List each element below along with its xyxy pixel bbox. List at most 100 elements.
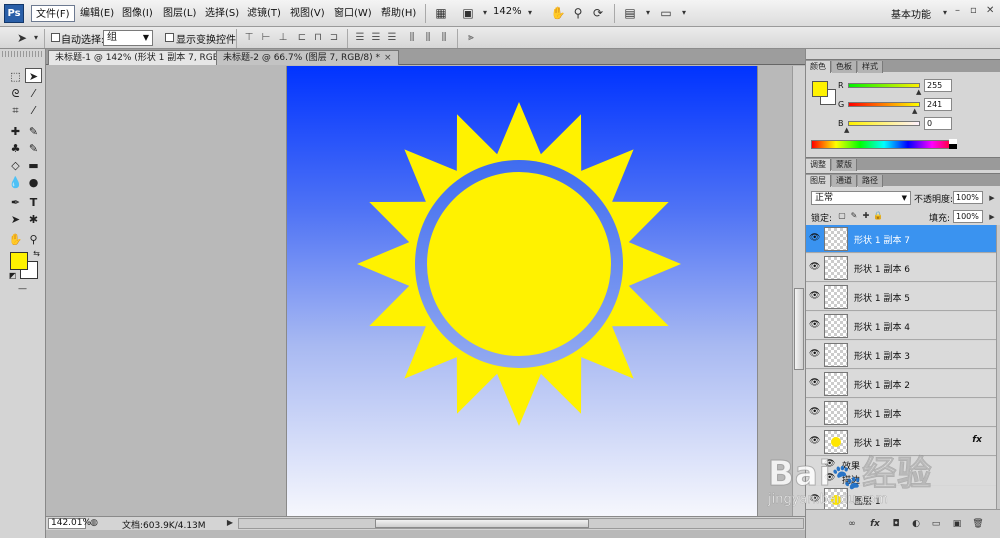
layer-row[interactable]: 👁 形状 1 副本 2 — [806, 370, 996, 398]
workspace-switcher[interactable]: 基本功能 — [891, 6, 931, 21]
menu-select[interactable]: 选择(S) — [201, 5, 243, 22]
eye-icon[interactable]: 👁 — [824, 473, 835, 484]
extras-icon[interactable]: ▣ — [460, 5, 476, 21]
tab-masks[interactable]: 蒙版 — [832, 159, 857, 171]
align-right-icon[interactable]: ⊐ — [328, 32, 340, 44]
eye-icon[interactable]: 👁 — [809, 407, 820, 418]
custom-shape-icon[interactable]: ✱ — [25, 212, 42, 227]
menu-window[interactable]: 窗口(W) — [330, 5, 376, 22]
stroke-effect-row[interactable]: 👁 描边 — [806, 471, 996, 486]
menu-layer[interactable]: 图层(L) — [159, 5, 200, 22]
auto-align-layers-icon[interactable]: ⫸ — [465, 32, 477, 44]
default-colors-icon[interactable]: ◩ — [4, 268, 21, 283]
eye-icon[interactable]: 👁 — [809, 233, 820, 244]
eye-icon[interactable]: 👁 — [809, 291, 820, 302]
marquee-tool-icon[interactable]: ⬚ — [7, 69, 24, 84]
zoom-dropdown-icon[interactable]: ▾ — [522, 5, 538, 21]
eye-icon[interactable]: 👁 — [809, 436, 820, 447]
eraser-tool-icon[interactable]: ◇ — [7, 158, 24, 173]
distribute-left-icon[interactable]: ⫼ — [406, 32, 418, 44]
brush-tool-icon[interactable]: ✎ — [25, 124, 42, 139]
status-menu-arrow-icon[interactable]: ▶ — [222, 515, 238, 531]
zoom-tool-icon[interactable]: ⚲ — [25, 232, 42, 247]
quick-select-tool-icon[interactable]: ⁄ — [25, 86, 42, 101]
eye-icon[interactable]: 👁 — [824, 459, 835, 470]
type-tool-icon[interactable]: T — [25, 195, 42, 210]
eye-icon[interactable]: 👁 — [809, 349, 820, 360]
zoom-tool-icon[interactable]: ⚲ — [570, 5, 586, 21]
effects-row[interactable]: 👁 效果 — [806, 457, 996, 472]
delete-layer-icon[interactable]: 🗑 — [972, 518, 984, 530]
clone-stamp-icon[interactable]: ♣ — [7, 141, 24, 156]
toolbox-grip[interactable] — [2, 51, 44, 57]
vertical-scroll-thumb[interactable] — [794, 288, 804, 370]
document-canvas[interactable] — [286, 66, 758, 516]
minimize-icon[interactable]: – — [955, 5, 960, 16]
quick-mask-icon[interactable]: — — [14, 282, 31, 297]
layer-fx-icon[interactable]: fx — [972, 435, 982, 445]
green-value-field[interactable]: 241 — [924, 98, 952, 111]
auto-select-checkbox[interactable] — [51, 33, 60, 42]
tab-document-2[interactable]: 未标题-2 @ 66.7% (图层 7, RGB/8) * × — [216, 50, 399, 65]
hand-tool-icon[interactable]: ✋ — [7, 232, 24, 247]
opacity-field[interactable]: 100% — [953, 191, 983, 204]
auto-select-dropdown[interactable]: 组 ▼ — [103, 30, 153, 46]
workspace-dropdown-icon[interactable]: ▾ — [937, 5, 953, 21]
layer-row[interactable]: 👁 形状 1 副本 5 — [806, 283, 996, 311]
vertical-scrollbar[interactable] — [792, 66, 805, 516]
tab-channels[interactable]: 通道 — [832, 175, 857, 187]
fill-arrow-icon[interactable]: ▶ — [984, 209, 1000, 225]
tab-styles[interactable]: 样式 — [858, 61, 883, 73]
align-hcenter-icon[interactable]: ⊓ — [312, 32, 324, 44]
dodge-tool-icon[interactable]: ● — [25, 175, 42, 190]
rotate-view-icon[interactable]: ⟳ — [590, 5, 606, 21]
crop-tool-icon[interactable]: ⌗ — [7, 103, 24, 118]
distribute-top-icon[interactable]: ☰ — [354, 32, 366, 44]
layer-row[interactable]: 👁 形状 1 副本 3 — [806, 341, 996, 369]
lasso-tool-icon[interactable]: ᘓ — [7, 86, 24, 101]
distribute-right-icon[interactable]: ⫼ — [438, 32, 450, 44]
align-left-icon[interactable]: ⊏ — [296, 32, 308, 44]
zoom-field[interactable]: 142.01% — [48, 518, 91, 529]
align-vcenter-icon[interactable]: ⊢ — [260, 32, 272, 44]
menu-view[interactable]: 视图(V) — [286, 5, 329, 22]
screen-mode-dropdown-icon[interactable]: ▾ — [676, 5, 692, 21]
green-channel-slider[interactable] — [848, 102, 920, 107]
lock-pixels-icon[interactable]: ✎ — [849, 211, 859, 221]
layer-row[interactable]: 👁 形状 1 副本 6 — [806, 254, 996, 282]
tab-color[interactable]: 颜色 — [806, 61, 831, 73]
move-tool-icon[interactable]: ➤ — [25, 68, 42, 83]
menu-edit[interactable]: 编辑(E) — [76, 5, 118, 22]
distribute-vcenter-icon[interactable]: ☰ — [370, 32, 382, 44]
layer-row[interactable]: 👁 形状 1 副本 — [806, 399, 996, 427]
horizontal-scroll-thumb[interactable] — [375, 519, 589, 528]
gradient-tool-icon[interactable]: ▬ — [25, 158, 42, 173]
tab-swatches[interactable]: 色板 — [832, 61, 857, 73]
pen-tool-icon[interactable]: ✒ — [7, 195, 24, 210]
color-spectrum-ramp[interactable] — [811, 140, 957, 149]
horizontal-scrollbar[interactable] — [238, 518, 804, 529]
screen-mode-icon[interactable]: ▭ — [658, 5, 674, 21]
color-panel-fg-swatch[interactable] — [812, 81, 828, 97]
eye-icon[interactable]: 👁 — [809, 378, 820, 389]
healing-brush-icon[interactable]: ✚ — [7, 124, 24, 139]
restore-icon[interactable]: ▫ — [970, 5, 977, 16]
link-layers-icon[interactable]: ∞ — [846, 518, 858, 530]
layers-scrollbar[interactable] — [996, 225, 1000, 509]
align-top-icon[interactable]: ⊤ — [243, 32, 255, 44]
fill-field[interactable]: 100% — [953, 210, 983, 223]
menu-filter[interactable]: 滤镜(T) — [243, 5, 285, 22]
black-white-ramp[interactable] — [949, 139, 957, 149]
arrange-documents-icon[interactable]: ▤ — [622, 5, 638, 21]
blue-channel-slider[interactable] — [848, 121, 920, 126]
arrange-dropdown-icon[interactable]: ▾ — [640, 5, 656, 21]
align-bottom-icon[interactable]: ⊥ — [277, 32, 289, 44]
path-select-icon[interactable]: ➤ — [7, 212, 24, 227]
swap-colors-icon[interactable]: ⇆ — [28, 246, 45, 261]
tab-paths[interactable]: 路径 — [858, 175, 883, 187]
blur-tool-icon[interactable]: 💧 — [7, 175, 24, 190]
red-slider-handle-icon[interactable]: ▲ — [916, 88, 921, 96]
lock-position-icon[interactable]: ✚ — [861, 211, 871, 221]
adjustment-layer-icon[interactable]: ◐ — [910, 518, 922, 530]
menu-image[interactable]: 图像(I) — [118, 5, 157, 22]
